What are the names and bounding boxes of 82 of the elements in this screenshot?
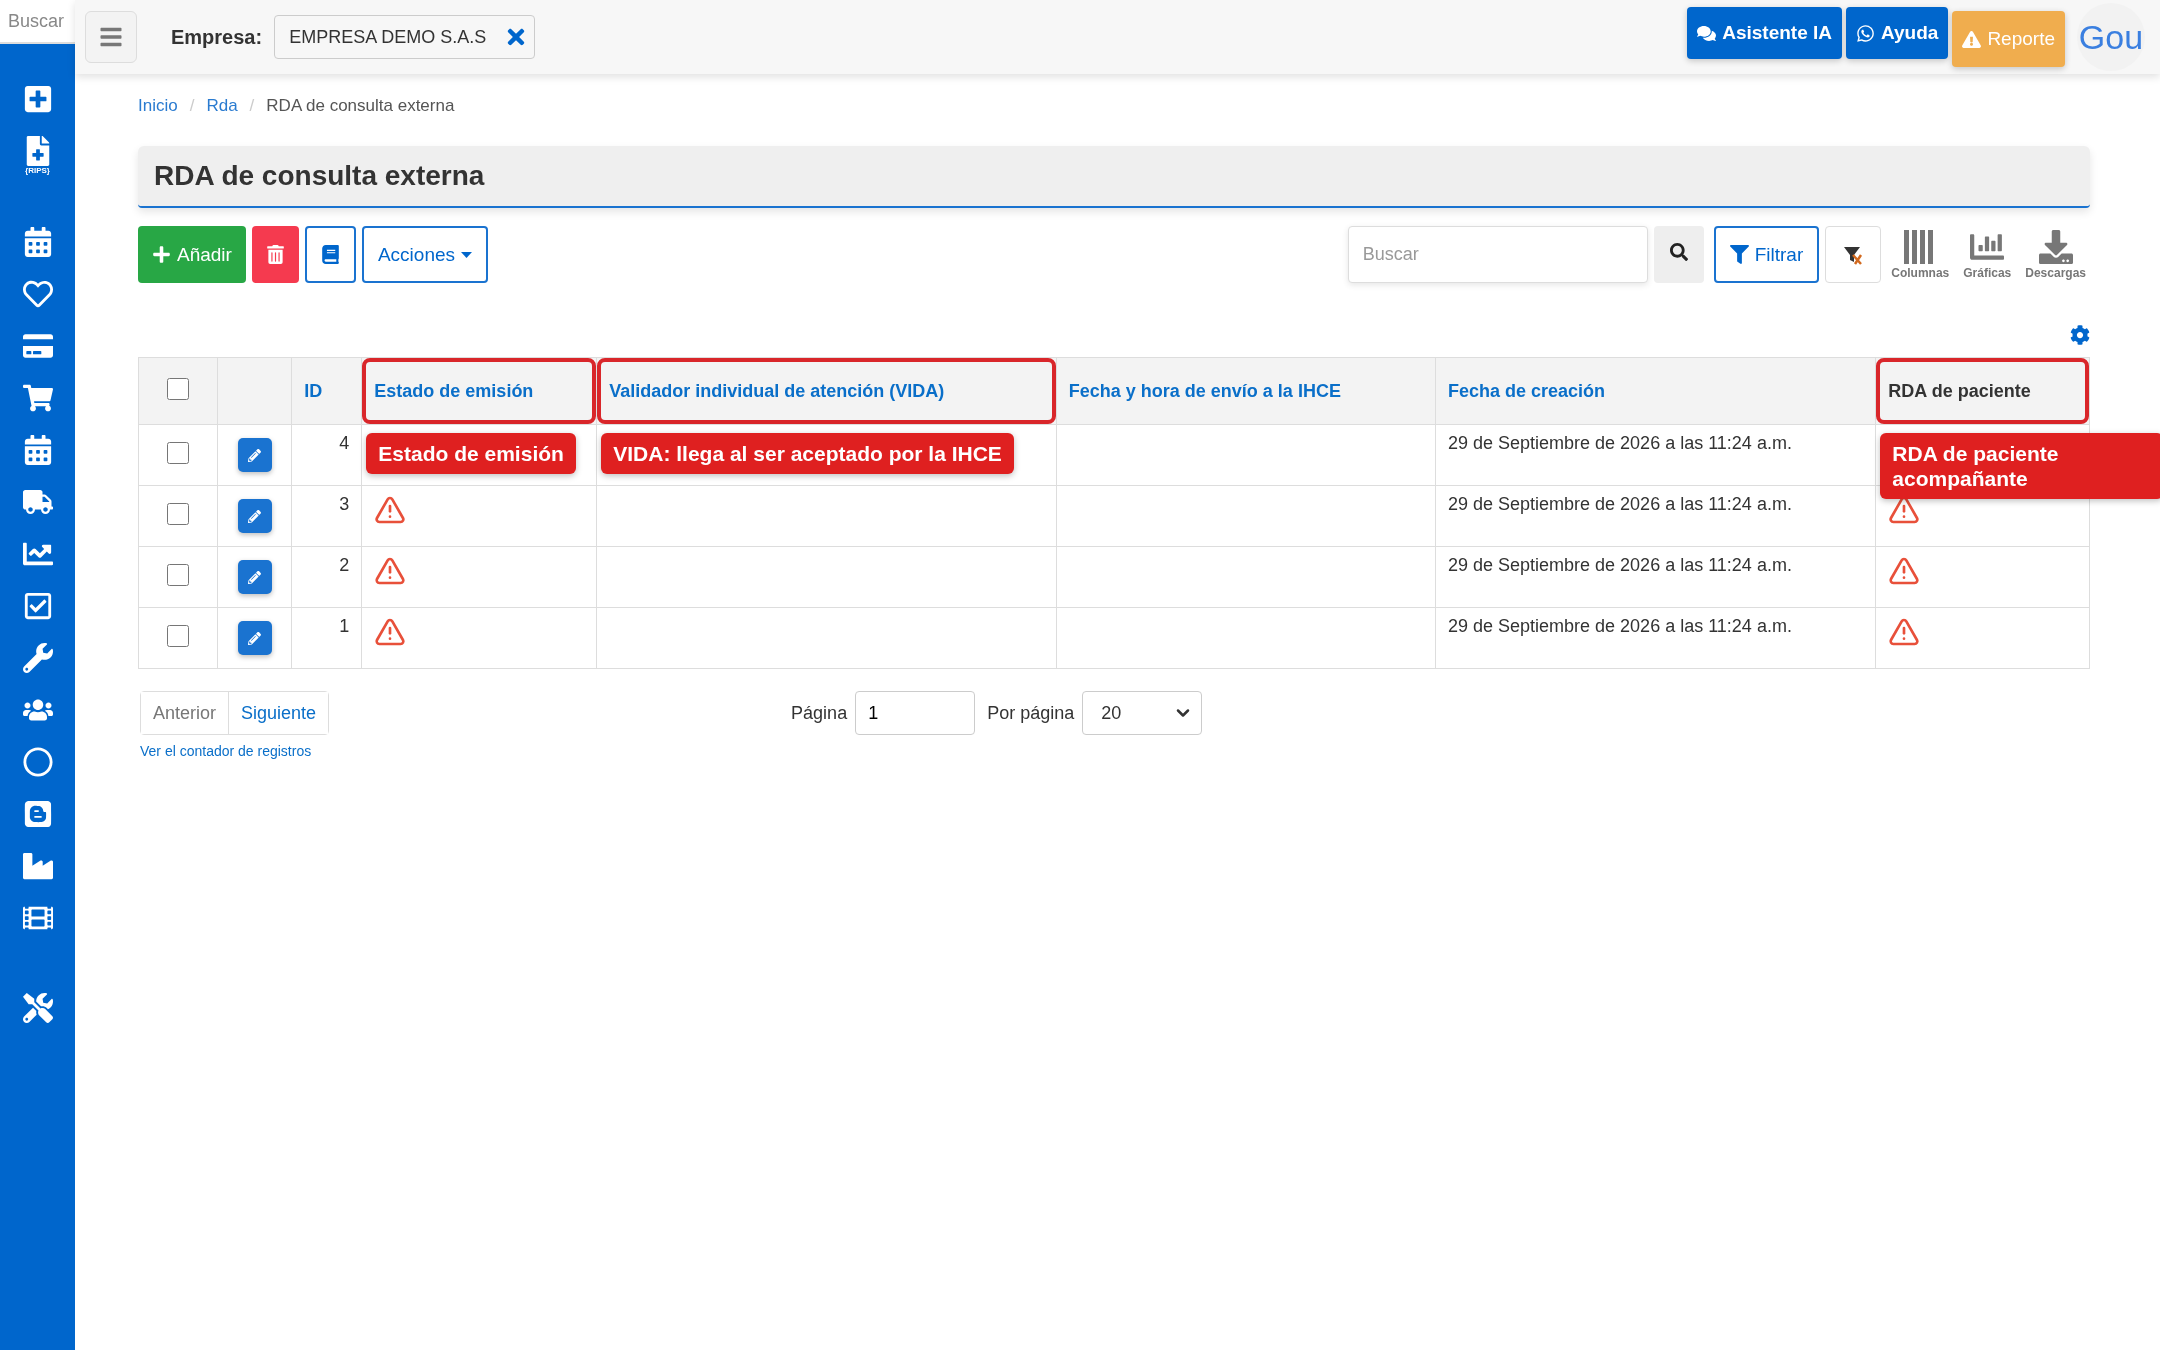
calendar-icon[interactable] [22,227,53,257]
plus-icon [152,245,171,264]
table-cell: 29 de Septiembre de 2026 a las 11:24 a.m. [1448,555,1792,575]
truck-icon[interactable] [22,487,53,517]
actions-button[interactable]: Acciones [361,226,489,283]
charts-button[interactable]: Gráficas [1959,229,2016,280]
breadcrumb-separator: / [189,96,195,116]
delete-button[interactable] [251,226,299,283]
table-cell: 29 de Septiembre de 2026 a las 11:24 a.m. [1448,433,1792,453]
callout-label: RDA de paciente acompañante [1880,433,2160,500]
book-button[interactable] [304,226,356,283]
row-checkbox[interactable] [167,563,190,586]
edit-button[interactable] [237,499,272,533]
edit-button[interactable] [237,560,272,594]
download-button[interactable]: Descargas [2021,229,2090,280]
search-field[interactable]: Buscar [0,0,75,44]
clear-filter-button[interactable] [1825,226,1882,283]
icon-caption: {RIPS} [25,167,50,175]
row-checkbox[interactable] [167,624,190,647]
add-button[interactable]: Añadir [138,226,246,283]
company-label: Empresa: [171,25,263,49]
record-counter-link[interactable]: Ver el contador de registros [140,743,312,759]
menu-button[interactable] [85,11,137,63]
chat-icon [1697,23,1717,43]
search-icon [1669,243,1688,261]
per-page-label: Por página [987,702,1075,724]
table-cell-text: 4 [338,433,350,454]
next-button[interactable]: Siguiente [228,692,329,734]
callout-label: VIDA: llega al ser aceptado por la IHCE [601,433,1014,475]
row-checkbox[interactable] [167,502,190,525]
column-header[interactable]: Fecha de creación [1448,380,1606,401]
pencil-icon [248,509,262,523]
cart-icon[interactable] [22,383,53,413]
blogger-icon[interactable] [22,799,53,829]
help-button[interactable]: Ayuda [1846,7,1949,59]
factory-icon[interactable] [22,851,53,881]
table-cell: 29 de Septiembre de 2026 a las 11:24 a.m. [1448,494,1792,514]
company-select[interactable]: EMPRESA DEMO S.A.S [274,15,536,59]
per-page-select[interactable]: 20 [1082,691,1203,735]
logo: Gou [2077,3,2145,71]
column-title: RDA de paciente [1888,380,2031,401]
filter-button[interactable]: Filtrar [1713,226,1820,283]
book-icon [320,245,340,264]
search-field[interactable]: Buscar [1347,226,1648,283]
card-icon[interactable] [22,331,53,361]
page-title: RDA de consulta externa [154,160,485,192]
pencil-icon [248,631,262,645]
breadcrumb-link[interactable]: Rda [206,96,238,116]
pencil-icon [248,448,262,462]
breadcrumb-link[interactable]: Inicio [138,96,178,116]
calendar-icon[interactable] [22,435,53,465]
heart-icon[interactable] [22,279,53,309]
warning-icon [1962,29,1982,49]
ring-icon[interactable] [22,747,53,777]
trash-icon [265,245,285,264]
current-page-label: RDA de consulta externa [266,96,455,116]
checkbox-icon[interactable] [22,591,53,621]
pencil-icon [248,570,262,584]
edit-button[interactable] [237,621,272,655]
wrench-icon[interactable] [22,643,53,673]
callout-label: Estado de emisión [366,433,576,475]
tools-icon[interactable] [22,993,53,1023]
edit-button[interactable] [237,438,272,472]
table-cell-text: 3 [338,494,350,515]
page-label: Página [791,702,848,724]
menu-icon [99,25,123,49]
caret-icon [461,251,473,258]
page-field[interactable]: 1 [855,691,976,735]
table-cell-text: 1 [338,616,350,637]
settings-icon[interactable] [2070,325,2090,345]
table-cell: 29 de Septiembre de 2026 a las 11:24 a.m. [1448,616,1792,636]
assistant-button[interactable]: Asistente IA [1687,7,1842,59]
search-button[interactable] [1653,226,1704,283]
table-cell-text: 2 [338,555,350,576]
breadcrumb-separator: / [249,96,255,116]
column-header[interactable]: ID [304,380,323,401]
columns-button[interactable]: Columnas [1887,229,1954,280]
whatsapp-icon [1856,23,1875,43]
select-all-checkbox[interactable] [167,377,190,400]
download-icon [2038,229,2073,264]
row-checkbox[interactable] [167,441,190,464]
filter-icon [1729,245,1749,264]
